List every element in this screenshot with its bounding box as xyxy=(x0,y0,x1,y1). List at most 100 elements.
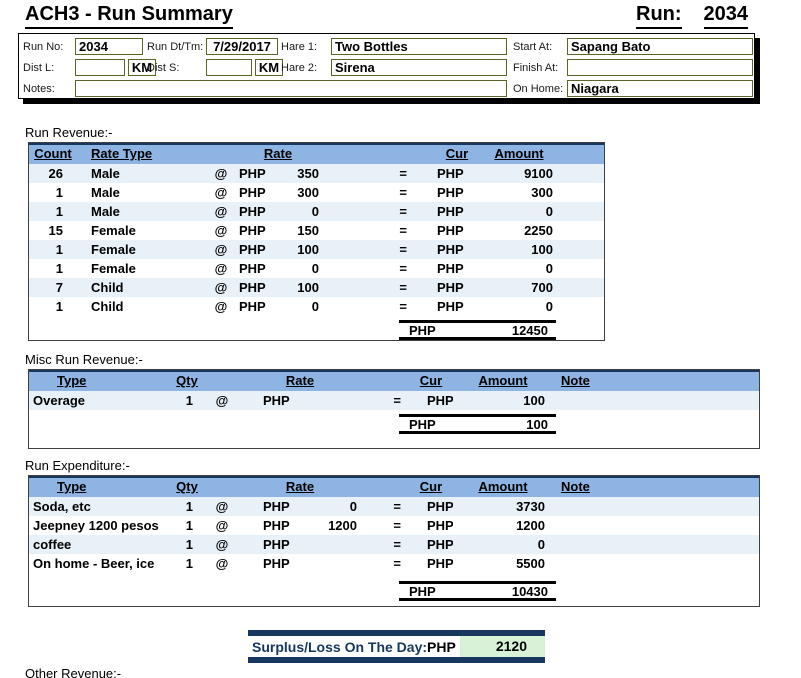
equals-sign: = xyxy=(319,259,435,278)
col-header-rate: Rate xyxy=(237,145,319,164)
on-home-input[interactable]: Niagara xyxy=(567,80,753,97)
revenue-row: 1Male@PHP0=PHP0 xyxy=(29,202,604,221)
expenditure-row: Soda, etc1@PHP0=PHP3730 xyxy=(29,497,759,516)
revenue-row: 26Male@PHP350=PHP9100 xyxy=(29,164,604,183)
surplus-amount: 2120 xyxy=(460,636,545,657)
surplus-band: Surplus/Loss On The Day: PHP 2120 xyxy=(248,630,545,663)
surplus-bottom-bar xyxy=(248,657,545,663)
expenditure-row: coffee1@PHP=PHP0 xyxy=(29,535,759,554)
expenditure-total: PHP 10430 xyxy=(399,581,556,601)
col-header-amount: Amount xyxy=(453,478,553,497)
at-sign: @ xyxy=(205,535,239,554)
expenditure-header-row: Type Qty Rate Cur Amount Note xyxy=(29,476,759,497)
at-sign: @ xyxy=(205,278,237,297)
col-header-note: Note xyxy=(553,372,759,391)
run-header: Run:2034 xyxy=(636,3,748,29)
revenue-row: 1Female@PHP0=PHP0 xyxy=(29,259,604,278)
at-sign: @ xyxy=(205,497,239,516)
equals-sign: = xyxy=(319,297,435,316)
col-header-note: Note xyxy=(553,478,759,497)
col-header-count: Count xyxy=(29,145,77,164)
finish-at-label: Finish At: xyxy=(513,62,558,74)
col-header-rate-type: Rate Type xyxy=(77,145,205,164)
start-at-label: Start At: xyxy=(513,41,552,53)
at-sign: @ xyxy=(205,164,237,183)
run-dt-label: Run Dt/Tm: xyxy=(147,41,203,53)
col-header-qty: Qty xyxy=(169,372,205,391)
at-sign: @ xyxy=(205,516,239,535)
other-revenue-section-label: Other Revenue:- xyxy=(25,666,121,678)
expenditure-row: Jeepney 1200 pesos1@PHP1200=PHP1200 xyxy=(29,516,759,535)
run-no-label: Run No: xyxy=(23,41,63,53)
misc-revenue-header-row: Type Qty Rate Cur Amount Note xyxy=(29,370,759,391)
equals-sign: = xyxy=(361,497,409,516)
col-header-amount: Amount xyxy=(453,372,553,391)
hare2-label: Hare 2: xyxy=(281,62,317,74)
run-info-form: Run No: 2034 Run Dt/Tm: 7/29/2017 Hare 1… xyxy=(18,33,755,99)
start-at-input[interactable]: Sapang Bato xyxy=(567,38,753,55)
equals-sign: = xyxy=(361,391,409,410)
misc-revenue-table: Type Qty Rate Cur Amount Note Overage1@P… xyxy=(28,369,760,449)
col-header-cur: Cur xyxy=(409,372,453,391)
surplus-label: Surplus/Loss On The Day: xyxy=(248,639,427,655)
col-header-cur: Cur xyxy=(435,145,479,164)
expenditure-table: Type Qty Rate Cur Amount Note Soda, etc1… xyxy=(28,475,760,607)
col-header-qty: Qty xyxy=(169,478,205,497)
at-sign: @ xyxy=(205,240,237,259)
dist-l-label: Dist L: xyxy=(23,62,54,74)
equals-sign: = xyxy=(361,516,409,535)
at-sign: @ xyxy=(205,391,239,410)
hare2-input[interactable]: Sirena xyxy=(331,59,507,76)
surplus-currency: PHP xyxy=(427,639,460,655)
revenue-row: 15Female@PHP150=PHP2250 xyxy=(29,221,604,240)
finish-at-input[interactable] xyxy=(567,59,753,76)
revenue-row: 1Female@PHP100=PHP100 xyxy=(29,240,604,259)
notes-input[interactable] xyxy=(75,80,507,97)
at-sign: @ xyxy=(205,554,239,573)
run-dt-input[interactable]: 7/29/2017 xyxy=(206,38,278,55)
expenditure-section-label: Run Expenditure:- xyxy=(25,458,130,473)
dist-s-input[interactable] xyxy=(206,59,252,76)
run-revenue-header-row: Count Rate Type Rate Cur Amount xyxy=(29,143,604,164)
run-revenue-total: PHP 12450 xyxy=(399,320,556,340)
page-title: ACH3 - Run Summary xyxy=(25,3,233,29)
equals-sign: = xyxy=(319,202,435,221)
hare1-input[interactable]: Two Bottles xyxy=(331,38,507,55)
misc-revenue-row: Overage1@PHP=PHP100 xyxy=(29,391,759,410)
expenditure-row: On home - Beer, ice1@PHP=PHP5500 xyxy=(29,554,759,573)
run-summary-page: ACH3 - Run Summary Run:2034 Run No: 2034… xyxy=(0,0,801,678)
equals-sign: = xyxy=(361,554,409,573)
col-header-type: Type xyxy=(29,478,169,497)
col-header-rate: Rate xyxy=(239,372,361,391)
equals-sign: = xyxy=(319,240,435,259)
equals-sign: = xyxy=(319,278,435,297)
on-home-label: On Home: xyxy=(513,83,563,95)
dist-l-input[interactable] xyxy=(75,59,125,76)
run-label: Run: xyxy=(636,3,682,29)
at-sign: @ xyxy=(205,259,237,278)
run-revenue-section-label: Run Revenue:- xyxy=(25,125,112,140)
notes-label: Notes: xyxy=(23,83,55,95)
dist-s-label: Dist S: xyxy=(147,62,179,74)
col-header-cur: Cur xyxy=(409,478,453,497)
misc-revenue-total: PHP 100 xyxy=(399,414,556,434)
col-header-amount: Amount xyxy=(479,145,605,164)
revenue-row: 1Male@PHP300=PHP300 xyxy=(29,183,604,202)
run-revenue-table: Count Rate Type Rate Cur Amount 26Male@P… xyxy=(28,142,605,341)
equals-sign: = xyxy=(319,221,435,240)
hare1-label: Hare 1: xyxy=(281,41,317,53)
equals-sign: = xyxy=(319,164,435,183)
revenue-row: 7Child@PHP100=PHP700 xyxy=(29,278,604,297)
col-header-type: Type xyxy=(29,372,169,391)
misc-revenue-section-label: Misc Run Revenue:- xyxy=(25,352,143,367)
col-header-rate: Rate xyxy=(239,478,361,497)
at-sign: @ xyxy=(205,183,237,202)
dist-s-unit: KM xyxy=(255,59,283,76)
at-sign: @ xyxy=(205,202,237,221)
equals-sign: = xyxy=(319,183,435,202)
equals-sign: = xyxy=(361,535,409,554)
revenue-row: 1Child@PHP0=PHP0 xyxy=(29,297,604,316)
at-sign: @ xyxy=(205,221,237,240)
at-sign: @ xyxy=(205,297,237,316)
run-no-input[interactable]: 2034 xyxy=(75,38,143,55)
